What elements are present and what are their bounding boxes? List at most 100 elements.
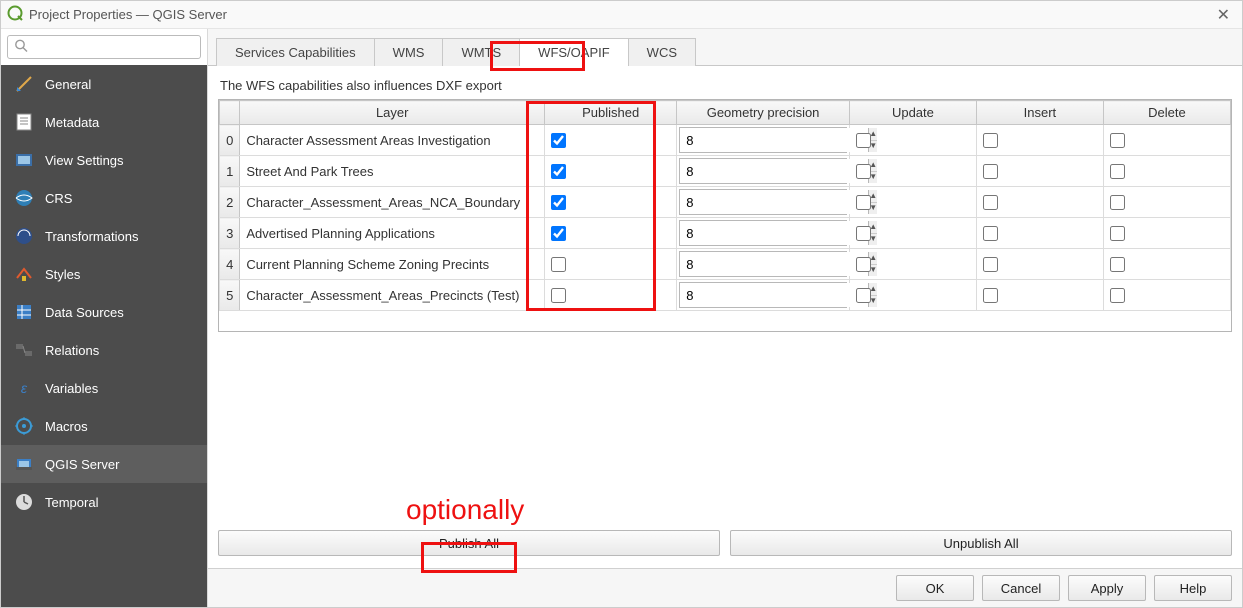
precision-input[interactable] (680, 252, 868, 276)
layer-name-cell: Character_Assessment_Areas_Precincts (Te… (240, 280, 545, 311)
delete-checkbox[interactable] (1110, 226, 1125, 241)
update-checkbox[interactable] (856, 133, 871, 148)
update-checkbox[interactable] (856, 226, 871, 241)
table-row: 3Advertised Planning Applications▲▼ (220, 218, 1231, 249)
layer-name-cell: Character_Assessment_Areas_NCA_Boundary (240, 187, 545, 218)
sidebar-item-transformations[interactable]: Transformations (1, 217, 207, 255)
sidebar-item-view-settings[interactable]: View Settings (1, 141, 207, 179)
table-row: 4Current Planning Scheme Zoning Precints… (220, 249, 1231, 280)
row-index: 5 (220, 280, 240, 311)
close-icon[interactable]: ✕ (1211, 3, 1236, 27)
layer-name-cell: Current Planning Scheme Zoning Precints (240, 249, 545, 280)
precision-spinner[interactable]: ▲▼ (679, 282, 847, 308)
column-header[interactable]: Geometry precision (677, 101, 850, 125)
precision-spinner[interactable]: ▲▼ (679, 251, 847, 277)
delete-checkbox[interactable] (1110, 195, 1125, 210)
sidebar-item-data-sources[interactable]: Data Sources (1, 293, 207, 331)
sidebar-item-temporal[interactable]: Temporal (1, 483, 207, 521)
update-checkbox[interactable] (856, 195, 871, 210)
row-index: 0 (220, 125, 240, 156)
sidebar-item-icon (13, 225, 35, 247)
sidebar-item-macros[interactable]: Macros (1, 407, 207, 445)
sidebar-item-qgis-server[interactable]: QGIS Server (1, 445, 207, 483)
row-index: 3 (220, 218, 240, 249)
sidebar-search-input[interactable] (7, 35, 201, 59)
precision-spinner[interactable]: ▲▼ (679, 189, 847, 215)
delete-checkbox[interactable] (1110, 164, 1125, 179)
update-checkbox[interactable] (856, 257, 871, 272)
precision-input[interactable] (680, 283, 868, 307)
app-icon (7, 5, 23, 24)
layer-table: LayerPublishedGeometry precisionUpdateIn… (218, 99, 1232, 332)
sidebar-item-label: Data Sources (45, 305, 124, 320)
tab-services-capabilities[interactable]: Services Capabilities (216, 38, 375, 66)
tab-wms[interactable]: WMS (374, 38, 444, 66)
precision-input[interactable] (680, 190, 868, 214)
insert-checkbox[interactable] (983, 288, 998, 303)
sidebar-item-metadata[interactable]: Metadata (1, 103, 207, 141)
precision-input[interactable] (680, 221, 868, 245)
layer-name-cell: Street And Park Trees (240, 156, 545, 187)
apply-button[interactable]: Apply (1068, 575, 1146, 601)
sidebar-item-icon (13, 491, 35, 513)
sidebar-item-label: Styles (45, 267, 80, 282)
sidebar-item-icon (13, 149, 35, 171)
sidebar-item-label: View Settings (45, 153, 124, 168)
column-header[interactable]: Insert (976, 101, 1103, 125)
update-checkbox[interactable] (856, 288, 871, 303)
sidebar-item-general[interactable]: General (1, 65, 207, 103)
insert-checkbox[interactable] (983, 195, 998, 210)
ok-button[interactable]: OK (896, 575, 974, 601)
row-index: 2 (220, 187, 240, 218)
unpublish-all-button[interactable]: Unpublish All (730, 530, 1232, 556)
published-checkbox[interactable] (551, 288, 566, 303)
cancel-button[interactable]: Cancel (982, 575, 1060, 601)
sidebar-item-label: Temporal (45, 495, 98, 510)
column-header[interactable]: Layer (240, 101, 545, 125)
sidebar-item-label: Macros (45, 419, 88, 434)
published-checkbox[interactable] (551, 226, 566, 241)
sidebar-item-label: General (45, 77, 91, 92)
title-bar: Project Properties — QGIS Server ✕ (1, 1, 1242, 29)
published-checkbox[interactable] (551, 133, 566, 148)
precision-spinner[interactable]: ▲▼ (679, 220, 847, 246)
delete-checkbox[interactable] (1110, 133, 1125, 148)
sidebar-item-crs[interactable]: CRS (1, 179, 207, 217)
column-header[interactable]: Published (545, 101, 677, 125)
insert-checkbox[interactable] (983, 226, 998, 241)
update-checkbox[interactable] (856, 164, 871, 179)
insert-checkbox[interactable] (983, 164, 998, 179)
help-button[interactable]: Help (1154, 575, 1232, 601)
precision-spinner[interactable]: ▲▼ (679, 127, 847, 153)
tab-wmts[interactable]: WMTS (442, 38, 520, 66)
published-checkbox[interactable] (551, 164, 566, 179)
table-row: 2Character_Assessment_Areas_NCA_Boundary… (220, 187, 1231, 218)
sidebar-item-icon (13, 263, 35, 285)
table-row: 0Character Assessment Areas Investigatio… (220, 125, 1231, 156)
sidebar-item-relations[interactable]: Relations (1, 331, 207, 369)
published-checkbox[interactable] (551, 195, 566, 210)
sidebar-item-label: QGIS Server (45, 457, 119, 472)
delete-checkbox[interactable] (1110, 257, 1125, 272)
publish-all-button[interactable]: Publish All (218, 530, 720, 556)
sidebar-item-styles[interactable]: Styles (1, 255, 207, 293)
sidebar-item-icon (13, 415, 35, 437)
sidebar-item-label: Transformations (45, 229, 138, 244)
sidebar-item-label: Variables (45, 381, 98, 396)
sidebar-item-variables[interactable]: ε Variables (1, 369, 207, 407)
insert-checkbox[interactable] (983, 133, 998, 148)
delete-checkbox[interactable] (1110, 288, 1125, 303)
published-checkbox[interactable] (551, 257, 566, 272)
column-header[interactable]: Delete (1103, 101, 1230, 125)
svg-text:ε: ε (21, 380, 28, 396)
sidebar: General Metadata View Settings CRS Transform… (1, 29, 207, 607)
precision-spinner[interactable]: ▲▼ (679, 158, 847, 184)
tab-wfs-oapif[interactable]: WFS/OAPIF (519, 38, 629, 66)
precision-input[interactable] (680, 128, 868, 152)
tab-wcs[interactable]: WCS (628, 38, 696, 66)
table-row: 1Street And Park Trees▲▼ (220, 156, 1231, 187)
insert-checkbox[interactable] (983, 257, 998, 272)
sidebar-item-label: Metadata (45, 115, 99, 130)
precision-input[interactable] (680, 159, 868, 183)
column-header[interactable]: Update (849, 101, 976, 125)
